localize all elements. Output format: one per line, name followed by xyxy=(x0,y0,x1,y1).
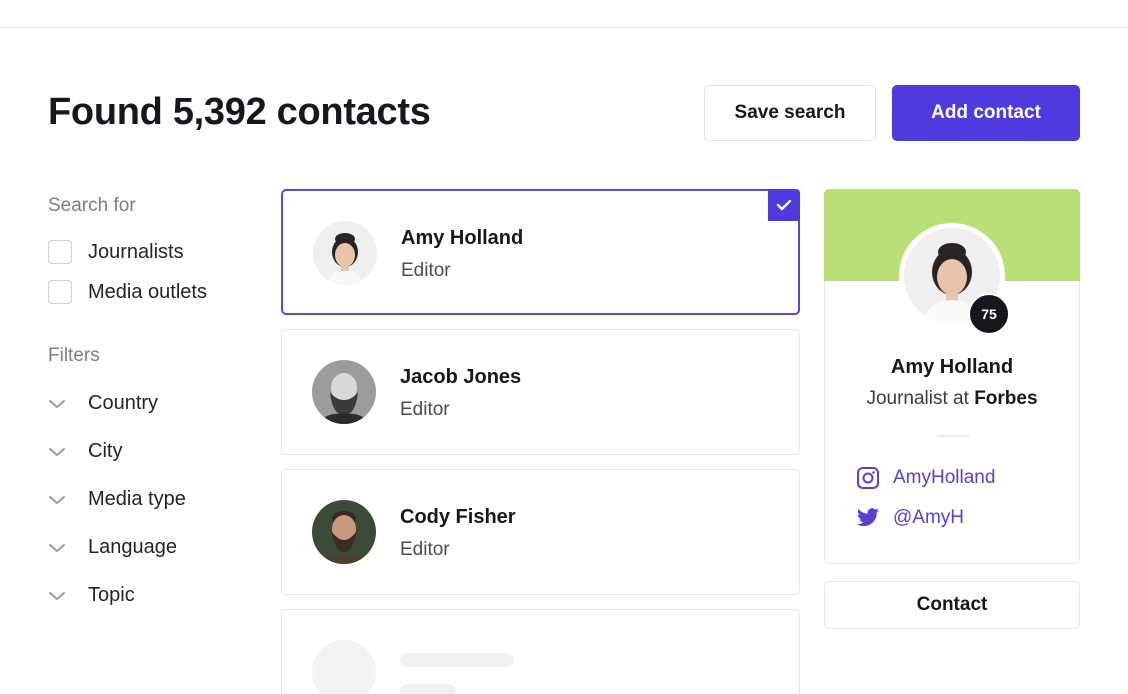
twitter-handle: @AmyH xyxy=(893,507,965,528)
media-outlets-label: Media outlets xyxy=(88,280,207,303)
filter-topic-label: Topic xyxy=(88,584,135,606)
media-outlets-option[interactable]: Media outlets xyxy=(48,280,207,304)
media-outlets-checkbox[interactable] xyxy=(48,280,72,304)
contact-name: Cody Fisher xyxy=(400,506,516,528)
filter-city[interactable]: City xyxy=(48,440,122,463)
page-title: Found 5,392 contacts xyxy=(48,91,431,133)
journalists-option[interactable]: Journalists xyxy=(48,240,184,264)
profile-divider xyxy=(937,435,969,437)
profile-company: Forbes xyxy=(974,388,1038,409)
filter-topic[interactable]: Topic xyxy=(48,584,135,607)
twitter-icon xyxy=(855,505,881,531)
filter-language-label: Language xyxy=(88,536,177,558)
journalists-label: Journalists xyxy=(88,240,184,263)
profile-name: Amy Holland xyxy=(890,356,1014,378)
filter-country-label: Country xyxy=(88,392,159,414)
filters-label: Filters xyxy=(48,345,100,366)
filter-media-type-label: Media type xyxy=(88,488,186,510)
contact-role: Editor xyxy=(400,539,450,560)
instagram-handle: AmyHolland xyxy=(893,467,996,488)
chevron-down-icon xyxy=(48,491,66,509)
contact-card[interactable]: Jacob Jones Editor xyxy=(281,329,800,455)
add-contact-button[interactable]: Add contact xyxy=(892,85,1080,141)
chevron-down-icon xyxy=(48,395,66,413)
chevron-down-icon xyxy=(48,587,66,605)
filter-city-label: City xyxy=(88,440,123,462)
contact-card[interactable]: Cody Fisher Editor xyxy=(281,469,800,595)
contact-name: Amy Holland xyxy=(401,227,524,249)
instagram-icon xyxy=(855,465,881,491)
profile-job-title: Journalist at xyxy=(866,388,969,409)
filter-language[interactable]: Language xyxy=(48,536,177,559)
instagram-link[interactable]: AmyHolland xyxy=(855,465,995,491)
contact-role: Editor xyxy=(401,260,451,281)
contact-role: Editor xyxy=(400,399,450,420)
search-for-label: Search for xyxy=(48,195,136,216)
check-icon xyxy=(768,189,800,221)
avatar xyxy=(312,360,376,424)
avatar xyxy=(312,500,376,564)
role-placeholder xyxy=(400,684,456,694)
chevron-down-icon xyxy=(48,539,66,557)
contact-card-placeholder xyxy=(281,609,800,694)
save-search-button[interactable]: Save search xyxy=(704,85,876,141)
avatar-placeholder xyxy=(312,640,376,694)
contact-button[interactable]: Contact xyxy=(824,581,1080,629)
profile-job: Journalist at Forbes xyxy=(825,388,1079,410)
journalists-checkbox[interactable] xyxy=(48,240,72,264)
profile-panel: 75 Amy Holland Journalist at Forbes AmyH… xyxy=(823,188,1080,564)
twitter-link[interactable]: @AmyH xyxy=(855,505,964,531)
score-badge: 75 xyxy=(968,293,1010,335)
contact-card[interactable]: Amy Holland Editor xyxy=(281,189,800,315)
filter-country[interactable]: Country xyxy=(48,392,158,415)
contact-name: Jacob Jones xyxy=(400,366,522,388)
top-divider xyxy=(0,27,1128,28)
filter-media-type[interactable]: Media type xyxy=(48,488,186,511)
avatar xyxy=(313,221,377,285)
name-placeholder xyxy=(400,653,514,667)
chevron-down-icon xyxy=(48,443,66,461)
